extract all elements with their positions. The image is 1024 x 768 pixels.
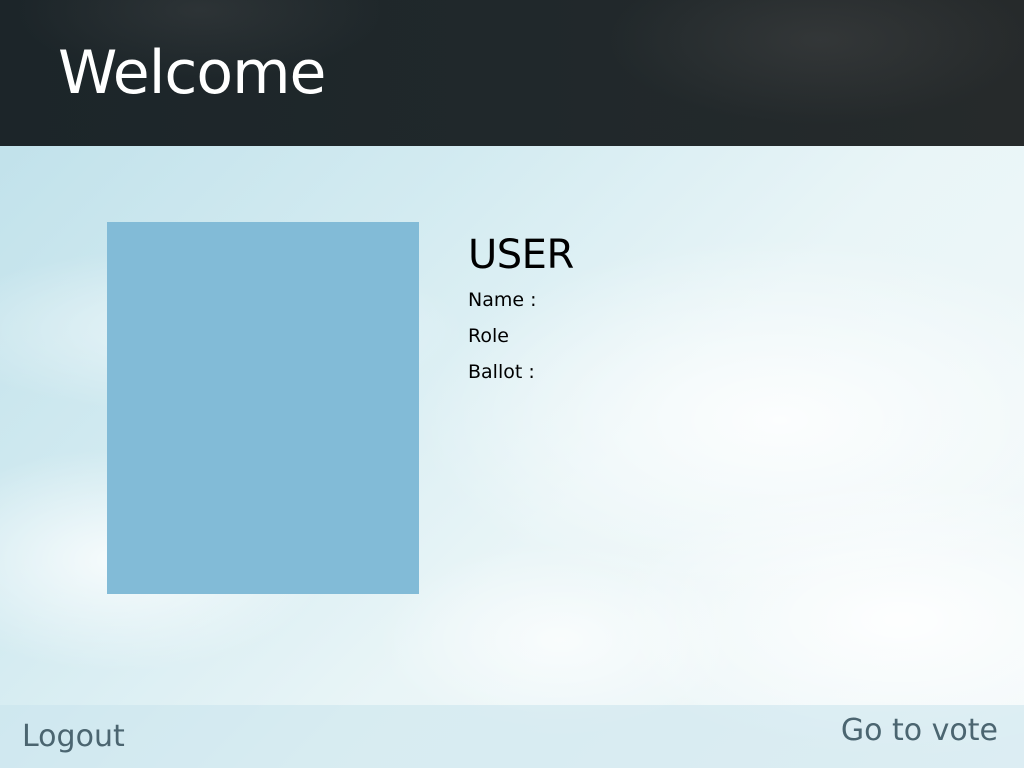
ballot-label: Ballot : <box>468 361 535 383</box>
page-title: Welcome <box>58 38 326 108</box>
user-info-panel: USER Name : Role Ballot : <box>468 228 868 390</box>
role-label: Role <box>468 325 509 347</box>
name-label: Name : <box>468 289 537 311</box>
go-to-vote-link[interactable]: Go to vote <box>841 713 998 748</box>
user-photo-placeholder <box>107 222 419 594</box>
user-heading: USER <box>468 232 574 278</box>
header-bar: Welcome <box>0 0 1024 146</box>
logout-link[interactable]: Logout <box>22 719 125 754</box>
app-window: Welcome USER Name : Role Ballot : Logout… <box>0 0 1024 768</box>
footer-bar: Logout Go to vote <box>0 705 1024 768</box>
